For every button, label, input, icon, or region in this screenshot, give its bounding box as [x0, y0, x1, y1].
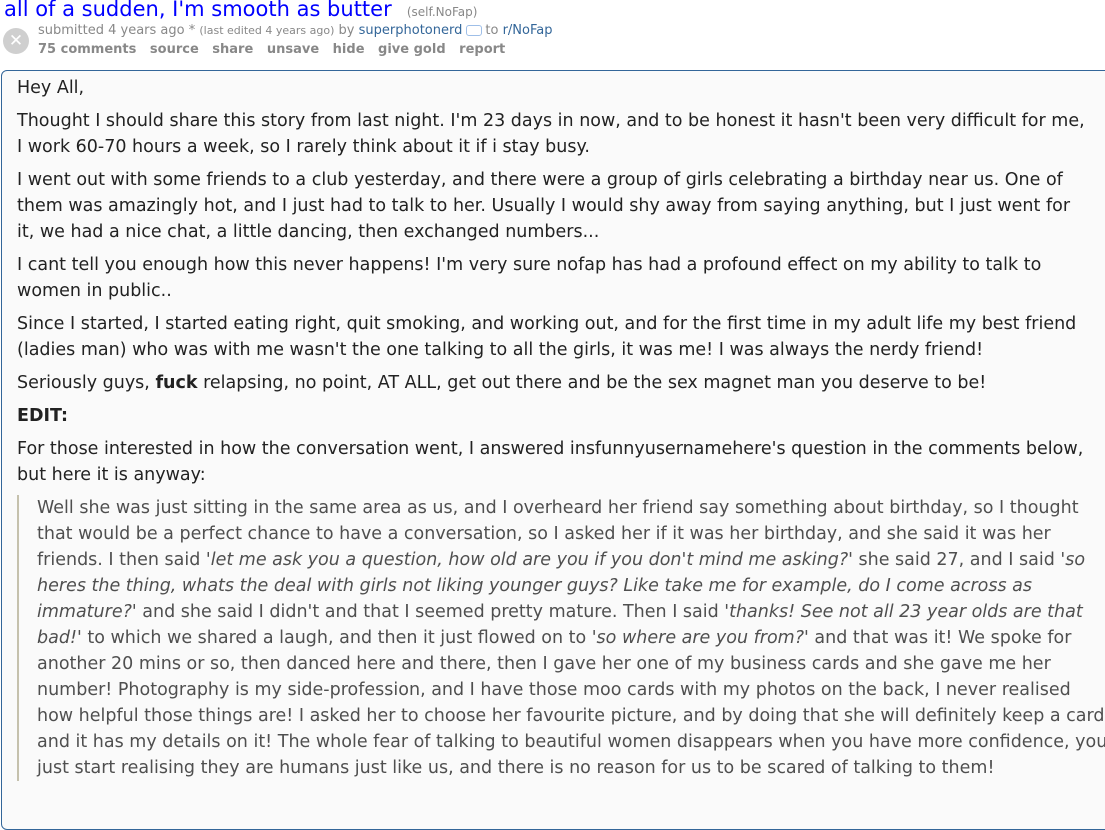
post-title[interactable]: all of a sudden, I'm smooth as butter [4, 0, 392, 21]
subreddit-link[interactable]: r/NoFap [503, 23, 553, 38]
post-header: all of a sudden, I'm smooth as butter (s… [0, 0, 1105, 63]
post-paragraph: Seriously guys, fuck relapsing, no point… [17, 370, 1092, 396]
post-paragraph: For those interested in how the conversa… [17, 439, 1084, 485]
last-edited: (last edited 4 years ago) [199, 24, 335, 37]
share-button[interactable]: share [212, 42, 253, 57]
text-segment: she said 27, and I said [852, 550, 1061, 570]
post-paragraph: Hey All, [17, 78, 85, 98]
text-segment: and she said I didn't and that I seemed … [136, 602, 725, 622]
message-icon[interactable] [466, 25, 483, 36]
unsave-button[interactable]: unsave [267, 42, 319, 57]
source-button[interactable]: source [150, 42, 199, 57]
by-label: by [338, 23, 355, 38]
edit-heading: EDIT: [17, 406, 68, 426]
quoted-dialogue: 'so where are you from?' [591, 628, 809, 648]
text-segment: Seriously guys, [17, 373, 156, 393]
post-paragraph: I cant tell you enough how this never ha… [17, 255, 1042, 301]
quoted-comment: Well she was just sitting in the same ar… [17, 495, 1105, 781]
author-link[interactable]: superphotonerd [359, 23, 463, 38]
hide-button[interactable]: hide [333, 42, 365, 57]
bold-text: fuck [155, 373, 198, 393]
to-label: to [485, 23, 499, 38]
post-buttons: 75 comments source share unsave hide giv… [38, 42, 514, 57]
text-segment: to which we shared a laugh, and then it … [81, 628, 592, 648]
text-segment: relapsing, no point, AT ALL, get out the… [197, 373, 987, 393]
post-domain[interactable]: (self.NoFap) [407, 5, 478, 19]
title-line: all of a sudden, I'm smooth as butter (s… [4, 0, 477, 21]
give-gold-button[interactable]: give gold [378, 42, 446, 57]
report-button[interactable]: report [459, 42, 505, 57]
post-tagline: submitted 4 years ago * (last edited 4 y… [38, 23, 552, 38]
quoted-dialogue: 'let me ask you a question, how old are … [205, 550, 853, 570]
submitted-time: submitted 4 years ago [38, 23, 185, 38]
post-paragraph: Thought I should share this story from l… [17, 111, 1085, 157]
self-post-thumbnail-icon[interactable]: ✕ [3, 28, 29, 54]
post-body: Hey All, Thought I should share this sto… [1, 70, 1105, 830]
post-paragraph: Since I started, I started eating right,… [17, 314, 1077, 360]
quote-paragraph: Well she was just sitting in the same ar… [37, 495, 1105, 781]
post-paragraph: I went out with some friends to a club y… [17, 170, 1071, 242]
text-segment: and that was it! We spoke for another 20… [37, 628, 1105, 778]
comments-button[interactable]: 75 comments [38, 42, 136, 57]
edited-marker: * [188, 23, 196, 38]
